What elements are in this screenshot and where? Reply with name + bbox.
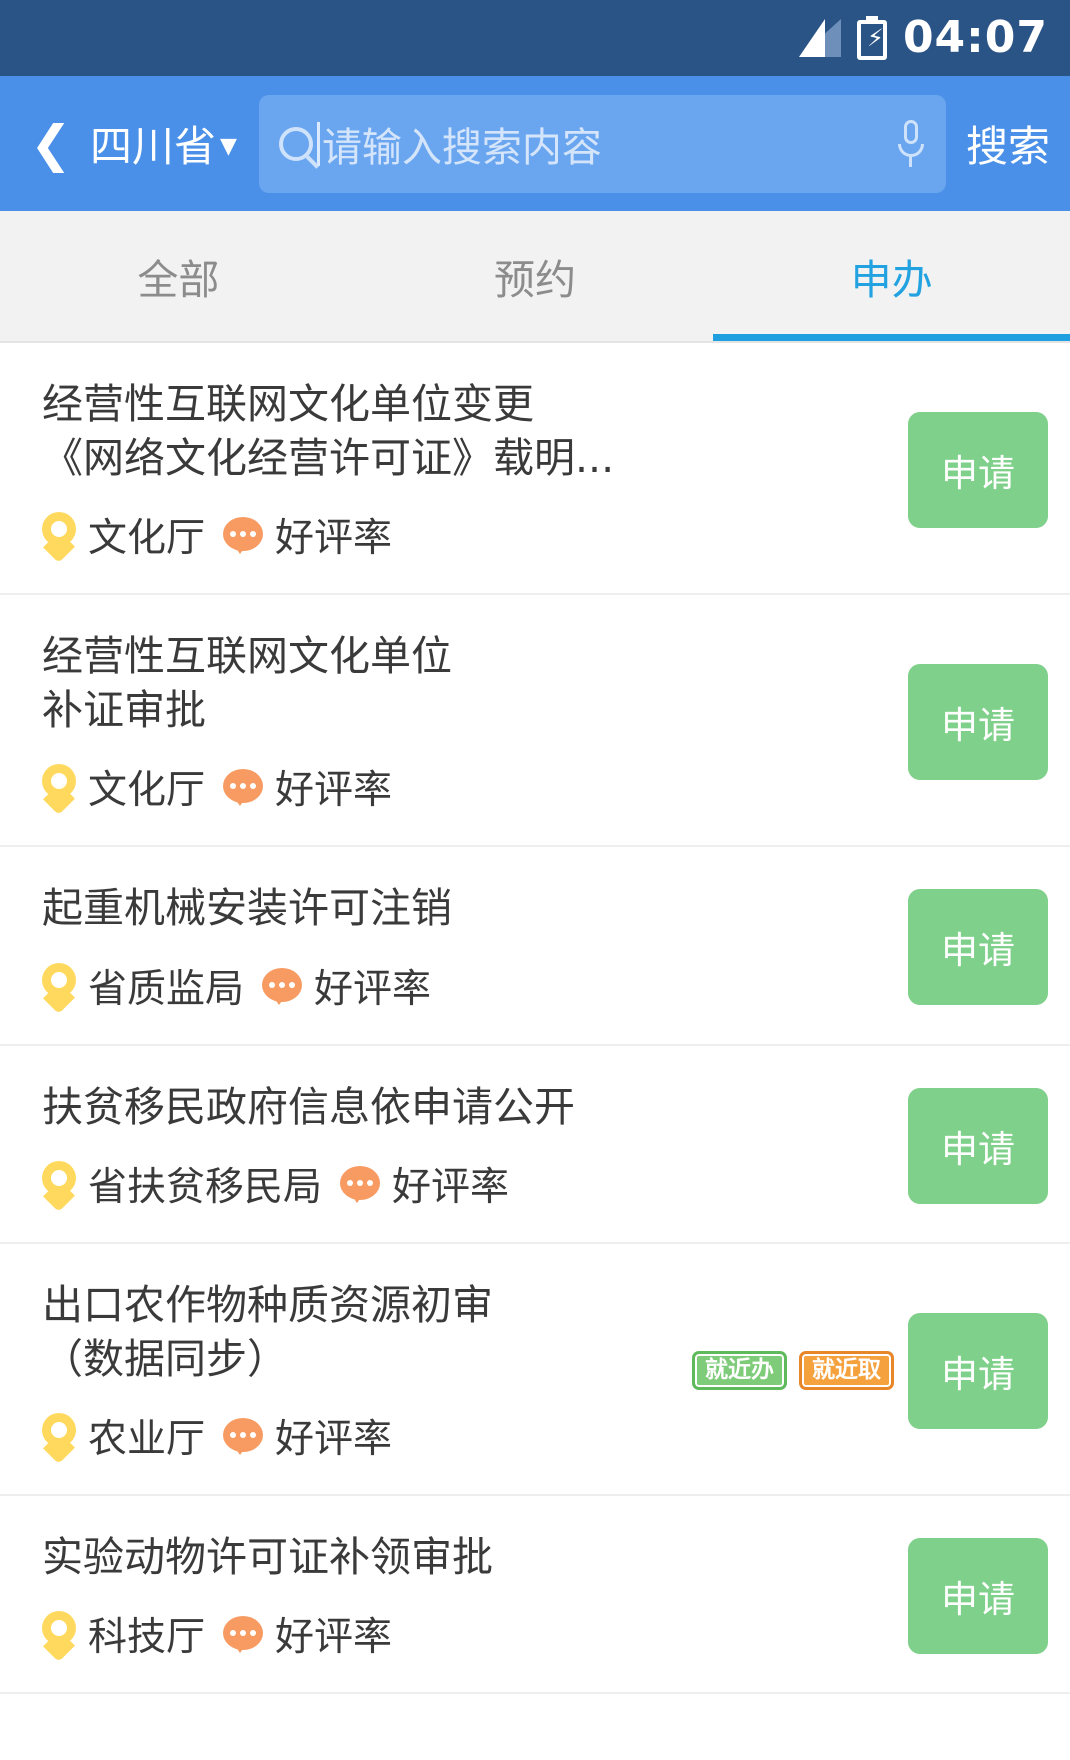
department-group: 文化厅: [42, 759, 206, 816]
department-group: 科技厅: [42, 1606, 205, 1662]
location-pin-icon: [42, 764, 76, 816]
rating-label: 好评率: [392, 1164, 510, 1210]
item-title: 起重机械安装许可注销: [42, 884, 452, 933]
region-label: 四川省: [90, 122, 217, 171]
rating-label: 好评率: [275, 1416, 393, 1462]
list-item[interactable]: 起重机械安装许可注销 省质监局 好评率 申请: [0, 847, 1070, 1046]
department-label: 省质监局: [88, 966, 245, 1012]
item-title: 经营性互联网文化单位 补证审批: [42, 632, 452, 735]
tab-appointment[interactable]: 预约: [357, 211, 714, 341]
status-bar: ⚡ 04:07: [0, 0, 1070, 76]
department-label: 农业厅: [88, 1416, 206, 1462]
tab-bar: 全部 预约 申办: [0, 211, 1070, 343]
nearby-handle-badge: 就近办: [692, 1351, 787, 1391]
comment-bubble-icon: [223, 1615, 264, 1653]
location-pin-icon: [42, 962, 76, 1014]
item-title: 扶贫移民政府信息依申请公开: [42, 1082, 575, 1131]
list-item[interactable]: 经营性互联网文化单位变更 《网络文化经营许可证》载明... 文化厅 好评率 申请: [0, 343, 1070, 596]
department-label: 省扶贫移民局: [88, 1164, 323, 1210]
region-selector[interactable]: 四川省 ▼: [86, 113, 243, 174]
service-list: 经营性互联网文化单位变更 《网络文化经营许可证》载明... 文化厅 好评率 申请…: [0, 343, 1070, 1694]
department-label: 科技厅: [88, 1614, 206, 1660]
rating-group: 好评率: [223, 507, 392, 563]
text-cursor: [316, 121, 320, 166]
department-group: 省质监局: [42, 958, 244, 1014]
department-group: 农业厅: [42, 1408, 205, 1464]
item-meta: 文化厅 好评率: [42, 759, 884, 816]
item-title: 经营性互联网文化单位变更 《网络文化经营许可证》载明...: [42, 380, 615, 483]
back-button[interactable]: ❮: [20, 104, 82, 184]
search-button[interactable]: 搜索: [964, 113, 1050, 174]
search-input[interactable]: 请输入搜索内容: [322, 115, 898, 173]
item-actions: 申请: [894, 889, 1048, 1006]
item-title: 实验动物许可证补领审批: [42, 1532, 493, 1581]
rating-label: 好评率: [275, 516, 393, 562]
item-meta: 文化厅 好评率: [42, 507, 884, 564]
rating-group: 好评率: [223, 1606, 392, 1662]
tab-apply[interactable]: 申办: [713, 211, 1070, 341]
rating-group: 好评率: [223, 1408, 392, 1464]
app-header: ❮ 四川省 ▼ 请输入搜索内容 搜索: [0, 76, 1070, 211]
apply-button[interactable]: 申请: [908, 1087, 1048, 1204]
list-item[interactable]: 扶贫移民政府信息依申请公开 省扶贫移民局 好评率 申请: [0, 1046, 1070, 1244]
badge-group: 就近办 就近取: [692, 1351, 894, 1391]
item-actions: 申请: [894, 1537, 1048, 1654]
location-pin-icon: [42, 1160, 76, 1212]
item-meta: 省扶贫移民局 好评率: [42, 1156, 884, 1212]
department-group: 文化厅: [42, 507, 206, 564]
item-actions: 申请: [894, 1087, 1048, 1204]
item-actions: 申请: [894, 664, 1048, 781]
item-content: 实验动物许可证补领审批 科技厅 好评率: [42, 1530, 894, 1662]
item-content: 出口农作物种质资源初审 （数据同步） 农业厅 好评率: [42, 1278, 692, 1464]
item-actions: 就近办 就近取 申请: [692, 1312, 1048, 1429]
item-content: 扶贫移民政府信息依申请公开 省扶贫移民局 好评率: [42, 1080, 894, 1212]
comment-bubble-icon: [340, 1165, 381, 1203]
department-label: 文化厅: [88, 516, 206, 562]
location-pin-icon: [42, 1412, 76, 1464]
item-content: 经营性互联网文化单位变更 《网络文化经营许可证》载明... 文化厅 好评率: [42, 377, 894, 564]
rating-group: 好评率: [262, 958, 431, 1014]
apply-button[interactable]: 申请: [908, 664, 1048, 781]
battery-charging-icon: ⚡: [856, 16, 887, 60]
microphone-icon[interactable]: [897, 119, 924, 168]
list-item[interactable]: 出口农作物种质资源初审 （数据同步） 农业厅 好评率 就近办 就近取 申请: [0, 1244, 1070, 1496]
status-bar-clock: 04:07: [902, 12, 1048, 63]
department-group: 省扶贫移民局: [42, 1156, 322, 1212]
apply-button[interactable]: 申请: [908, 1312, 1048, 1429]
department-label: 文化厅: [88, 768, 206, 814]
item-actions: 申请: [894, 412, 1048, 529]
item-meta: 农业厅 好评率: [42, 1408, 682, 1464]
comment-bubble-icon: [262, 967, 303, 1005]
search-box[interactable]: 请输入搜索内容: [258, 94, 946, 193]
rating-label: 好评率: [314, 966, 432, 1012]
chevron-down-icon: ▼: [220, 133, 237, 159]
comment-bubble-icon: [223, 769, 264, 807]
item-title: 出口农作物种质资源初审 （数据同步）: [42, 1280, 493, 1383]
rating-group: 好评率: [223, 759, 392, 815]
item-content: 经营性互联网文化单位 补证审批 文化厅 好评率: [42, 629, 894, 816]
location-pin-icon: [42, 512, 76, 564]
item-meta: 省质监局 好评率: [42, 958, 884, 1014]
list-item[interactable]: 实验动物许可证补领审批 科技厅 好评率 申请: [0, 1496, 1070, 1694]
item-content: 起重机械安装许可注销 省质监局 好评率: [42, 881, 894, 1014]
comment-bubble-icon: [223, 517, 264, 555]
apply-button[interactable]: 申请: [908, 1537, 1048, 1654]
nearby-pickup-badge: 就近取: [799, 1351, 894, 1391]
location-pin-icon: [42, 1610, 76, 1662]
apply-button[interactable]: 申请: [908, 889, 1048, 1006]
rating-group: 好评率: [340, 1156, 509, 1212]
list-item[interactable]: 经营性互联网文化单位 补证审批 文化厅 好评率 申请: [0, 595, 1070, 848]
rating-label: 好评率: [275, 768, 393, 814]
rating-label: 好评率: [275, 1614, 393, 1660]
comment-bubble-icon: [223, 1417, 264, 1455]
signal-bars-icon: [798, 19, 841, 57]
search-icon: [278, 126, 313, 161]
apply-button[interactable]: 申请: [908, 412, 1048, 529]
tab-all[interactable]: 全部: [0, 211, 357, 341]
item-meta: 科技厅 好评率: [42, 1606, 884, 1662]
